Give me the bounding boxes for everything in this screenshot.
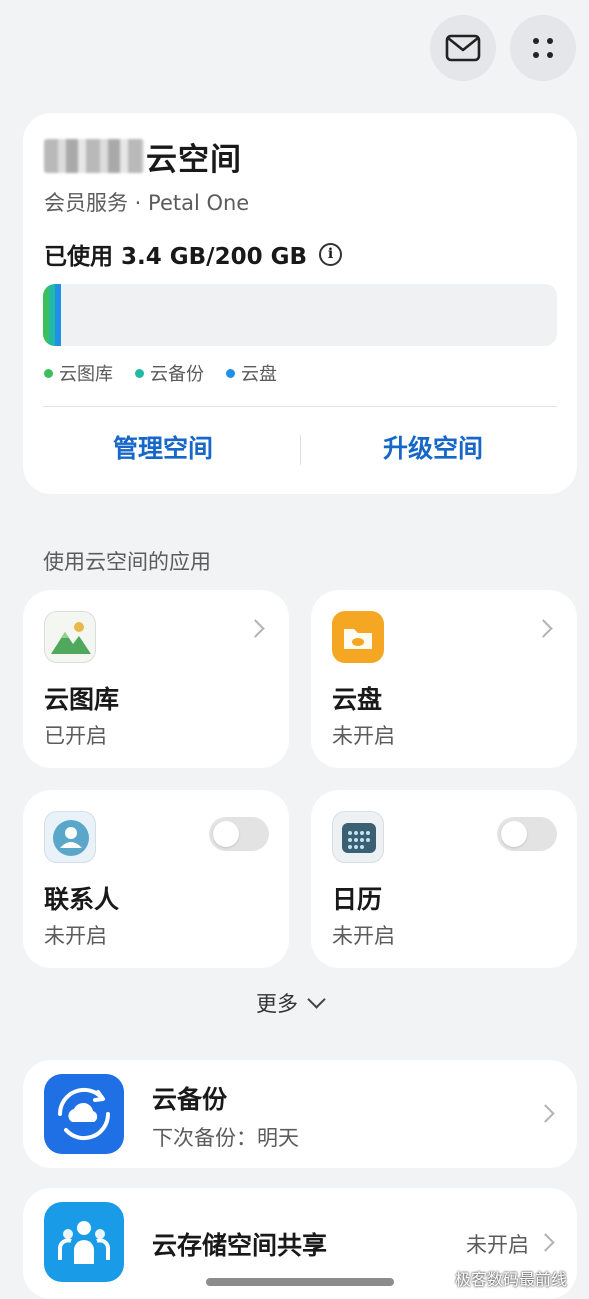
more-apps-button[interactable]: 更多 bbox=[256, 988, 326, 1018]
app-status: 未开启 bbox=[332, 724, 395, 748]
contacts-icon bbox=[44, 811, 96, 863]
backup-title: 云备份 bbox=[152, 1085, 228, 1114]
legend-dot bbox=[44, 368, 53, 378]
manage-space-button[interactable]: 管理空间 bbox=[113, 429, 213, 465]
info-icon[interactable]: i bbox=[319, 242, 342, 266]
mail-icon bbox=[445, 34, 481, 62]
action-separator bbox=[300, 435, 301, 465]
redacted-name bbox=[44, 139, 144, 173]
app-name: 日历 bbox=[332, 885, 383, 914]
gallery-icon bbox=[44, 611, 96, 663]
mail-button[interactable] bbox=[430, 15, 496, 81]
drive-folder-icon bbox=[332, 611, 384, 663]
sharing-title: 云存储空间共享 bbox=[152, 1231, 328, 1260]
usage-row: 已使用 3.4 GB/200 GB i bbox=[44, 237, 342, 271]
usage-legend: 云图库 云备份 云盘 bbox=[44, 360, 299, 386]
app-card-calendar: 日历 未开启 bbox=[311, 790, 577, 968]
apps-section-title: 使用云空间的应用 bbox=[43, 550, 211, 574]
cloud-backup-icon bbox=[44, 1074, 124, 1154]
storage-title: 云空间 bbox=[44, 135, 242, 178]
chevron-right-icon bbox=[536, 1104, 555, 1123]
home-indicator[interactable] bbox=[206, 1278, 394, 1286]
app-name: 云盘 bbox=[332, 685, 383, 714]
legend-item: 云备份 bbox=[135, 360, 204, 386]
sharing-status: 未开启 bbox=[466, 1233, 529, 1257]
backup-subtitle: 下次备份：明天 bbox=[152, 1126, 299, 1150]
family-sharing-icon bbox=[44, 1202, 124, 1282]
calendar-sync-toggle[interactable] bbox=[497, 817, 557, 851]
more-grid-icon bbox=[533, 38, 553, 58]
legend-item: 云图库 bbox=[44, 360, 113, 386]
more-options-button[interactable] bbox=[510, 15, 576, 81]
app-card-drive[interactable]: 云盘 未开启 bbox=[311, 590, 577, 768]
app-name: 云图库 bbox=[44, 685, 120, 714]
app-card-contacts: 联系人 未开启 bbox=[23, 790, 289, 968]
chevron-right-icon bbox=[536, 1233, 555, 1252]
app-status: 未开启 bbox=[44, 924, 107, 948]
storage-title-text: 云空间 bbox=[146, 141, 242, 178]
calendar-icon bbox=[332, 811, 384, 863]
legend-dot bbox=[226, 368, 235, 378]
legend-label: 云图库 bbox=[59, 364, 113, 385]
app-status: 未开启 bbox=[332, 924, 395, 948]
app-name: 联系人 bbox=[44, 885, 120, 914]
divider bbox=[43, 406, 557, 407]
legend-label: 云盘 bbox=[241, 364, 277, 385]
legend-label: 云备份 bbox=[150, 364, 204, 385]
more-label: 更多 bbox=[256, 992, 298, 1016]
chevron-right-icon bbox=[534, 619, 553, 638]
toggle-knob bbox=[213, 821, 239, 847]
legend-item: 云盘 bbox=[226, 360, 277, 386]
chevron-right-icon bbox=[246, 619, 265, 638]
usage-text: 已使用 3.4 GB/200 GB bbox=[44, 244, 307, 270]
watermark: 极客数码最前线 bbox=[455, 1270, 568, 1289]
contacts-sync-toggle[interactable] bbox=[209, 817, 269, 851]
app-status: 已开启 bbox=[44, 724, 107, 748]
storage-usage-bar bbox=[43, 284, 557, 346]
legend-dot bbox=[135, 368, 144, 378]
toggle-knob bbox=[501, 821, 527, 847]
upgrade-space-button[interactable]: 升级空间 bbox=[383, 429, 483, 465]
usage-segment-drive bbox=[55, 284, 61, 346]
membership-subtitle: 会员服务 · Petal One bbox=[44, 191, 250, 215]
chevron-down-icon bbox=[307, 989, 326, 1009]
app-card-gallery[interactable]: 云图库 已开启 bbox=[23, 590, 289, 768]
storage-card: 云空间 会员服务 · Petal One 已使用 3.4 GB/200 GB i… bbox=[23, 113, 577, 494]
cloud-backup-row[interactable]: 云备份 下次备份：明天 bbox=[23, 1060, 577, 1168]
